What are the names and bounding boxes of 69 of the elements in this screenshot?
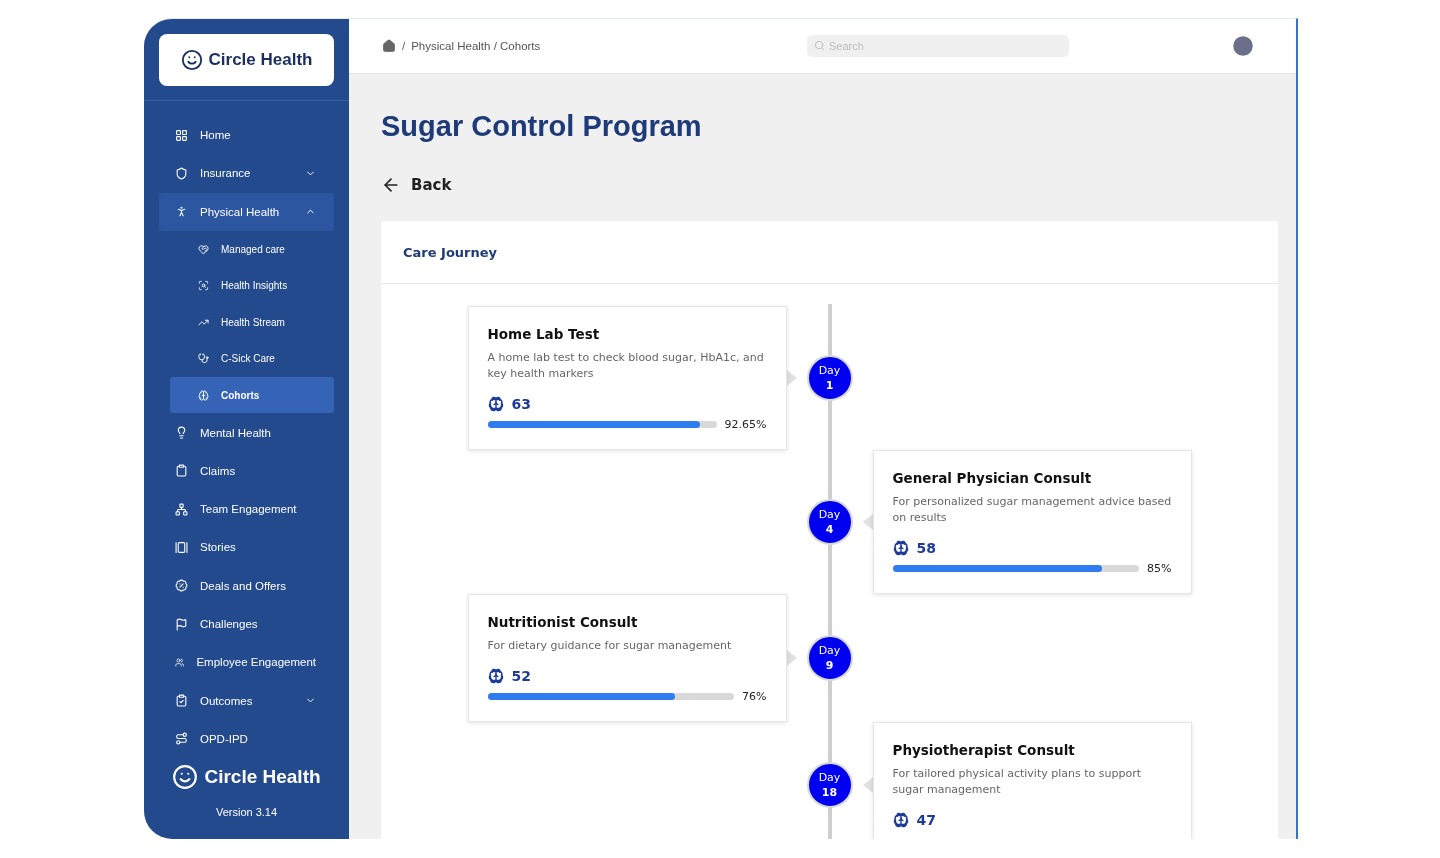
brand-name: Circle Health (208, 50, 313, 70)
smile-icon (172, 764, 199, 791)
network-icon (175, 502, 188, 516)
gallery-icon (175, 540, 188, 554)
sidebar-item[interactable]: Insurance (159, 154, 334, 193)
progress-percent: 76% (742, 690, 767, 703)
card-title: Care Journey (403, 244, 498, 260)
breadcrumb-text[interactable]: Physical Health / Cohorts (411, 40, 541, 52)
brain-icon (487, 396, 504, 412)
sidebar-item[interactable]: Home (159, 116, 334, 155)
scan-icon (198, 280, 209, 292)
member-count: 63 (511, 396, 531, 412)
avatar-icon[interactable] (1230, 33, 1256, 59)
flag-icon (175, 617, 188, 631)
step-title: Home Lab Test (487, 326, 601, 342)
sidebar-item[interactable]: Health Stream (170, 303, 334, 341)
sidebar-item[interactable]: Claims (159, 451, 334, 490)
sidebar-item[interactable]: Deals and Offers (159, 566, 334, 605)
breadcrumb-text: / (402, 40, 406, 52)
smile-icon (180, 49, 203, 71)
step-title: Physiotherapist Consult (892, 742, 1076, 758)
clipboard-icon (175, 464, 188, 478)
day-marker: Day 18 (806, 761, 853, 808)
sidebar-item[interactable]: Employee Engagement (159, 643, 334, 682)
shield-icon (175, 166, 188, 180)
day-marker: Day 9 (806, 635, 853, 681)
member-count: 47 (916, 812, 936, 828)
brain-icon (892, 812, 909, 828)
home-icon[interactable] (382, 39, 396, 53)
sidebar-item[interactable]: Stories (159, 528, 334, 567)
sidebar-item[interactable]: OPD-IPD (159, 719, 334, 759)
sidebar-item[interactable]: Outcomes (159, 681, 334, 720)
people-icon (175, 655, 185, 669)
footer-brand: Circle Health (204, 766, 321, 789)
checklist-icon (175, 694, 188, 708)
sidebar-item[interactable]: Mental Health (159, 413, 334, 452)
sidebar-item[interactable]: Managed care (170, 230, 334, 268)
sidebar-item[interactable]: Challenges (159, 604, 334, 644)
brain-icon (892, 540, 909, 556)
step-description: For personalized sugar management advice based on results (892, 494, 1172, 526)
member-count: 58 (916, 540, 936, 556)
lightbulb-icon (175, 426, 188, 440)
handshake-icon (198, 243, 209, 255)
member-count: 52 (511, 668, 531, 684)
sidebar-item[interactable]: Health Insights (170, 267, 334, 304)
sidebar-item[interactable]: Physical Health (159, 192, 334, 231)
progress-percent: 92.65% (724, 418, 767, 431)
step-description: For tailored physical activity plans to support sugar management (892, 766, 1142, 798)
back-button[interactable]: Back (381, 175, 452, 195)
search-icon (814, 40, 825, 51)
percent-badge-icon (175, 579, 188, 593)
step-title: Nutritionist Consult (487, 614, 639, 630)
day-marker: Day 4 (806, 499, 853, 545)
sidebar-item[interactable]: C-Sick Care (170, 340, 334, 377)
grid-icon (175, 128, 188, 142)
progress-percent: 85% (1147, 562, 1172, 575)
stethoscope-icon (198, 353, 209, 365)
version-text: Version 3.14 (214, 806, 279, 819)
sidebar-item[interactable]: Cohorts (170, 376, 334, 414)
step-description: A home lab test to check blood sugar, HbA1c, and key health markers (487, 350, 765, 382)
brain-icon (487, 668, 504, 684)
brain-icon (198, 389, 209, 401)
step-description: For dietary guidance for sugar management (487, 638, 733, 654)
person-icon (175, 205, 188, 219)
sidebar-item[interactable]: Team Engagement (159, 490, 334, 529)
route-icon (175, 732, 188, 746)
step-title: General Physician Consult (892, 470, 1093, 486)
page-title: Sugar Control Program (381, 110, 703, 143)
day-marker: Day 1 (806, 355, 853, 401)
